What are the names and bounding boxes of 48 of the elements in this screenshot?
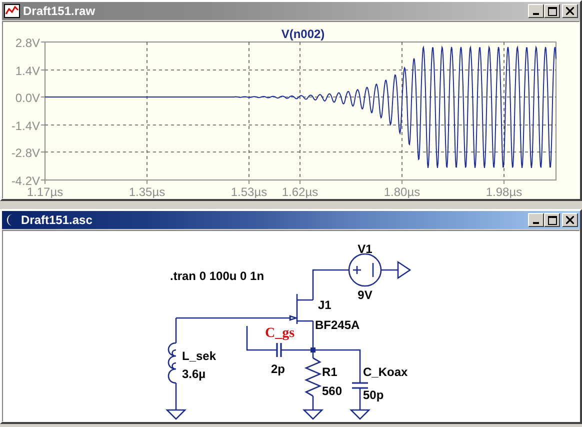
wire [359,388,361,410]
window-title: Draft151.raw [23,4,96,18]
wire [312,269,349,300]
resistor-drawing[interactable] [304,357,322,397]
axis-label: -2.8V [11,146,40,160]
axis-label: 1.4V [15,64,40,78]
component-value: BF245A [315,318,360,332]
component-value: 560 [322,384,342,398]
ground-symbol[interactable] [302,409,324,420]
axis-label: -1.4V [11,119,40,133]
maximize-button[interactable] [544,4,560,18]
component-name: R1 [322,365,338,379]
inductor-drawing[interactable] [168,342,177,384]
wire [175,383,177,410]
axis-label: -4.2V [11,174,40,188]
component-name: J1 [318,298,332,312]
sim-directive: .tran 0 100u 0 1n [170,269,264,283]
minimize-button[interactable] [528,213,544,227]
capacitor-drawing[interactable] [276,342,282,358]
maximize-button[interactable] [544,213,560,227]
ground-symbol[interactable] [165,409,187,420]
axis-label: 0.0V [15,91,40,105]
ground-symbol[interactable] [397,260,412,280]
close-icon [566,216,574,224]
wire [381,269,398,271]
ground-symbol[interactable] [349,409,371,420]
component-name: C_gs [265,326,295,341]
component-value: 9V [358,288,372,302]
axis-label: 2.8V [15,36,40,50]
component-name: C_Koax [363,365,408,379]
capacitor-drawing[interactable] [351,382,369,389]
voltage-source-drawing[interactable] [348,253,382,287]
maximize-icon [548,216,556,224]
component-name: L_sek [182,349,216,363]
component-value: 2p [271,362,286,376]
wire [312,396,314,410]
close-button[interactable] [562,4,578,18]
component-value: 3.6µ [182,367,206,381]
component-value: 50p [363,388,384,402]
maximize-icon [548,6,556,16]
close-icon [566,7,574,15]
graph-icon [4,4,20,18]
window-title: Draft151.asc [21,213,92,227]
component-name: V1 [358,242,372,256]
close-button[interactable] [562,213,578,227]
jfet-drawing[interactable] [289,293,314,325]
trace-label: V(n002) [281,27,325,41]
minimize-button[interactable] [528,4,544,18]
